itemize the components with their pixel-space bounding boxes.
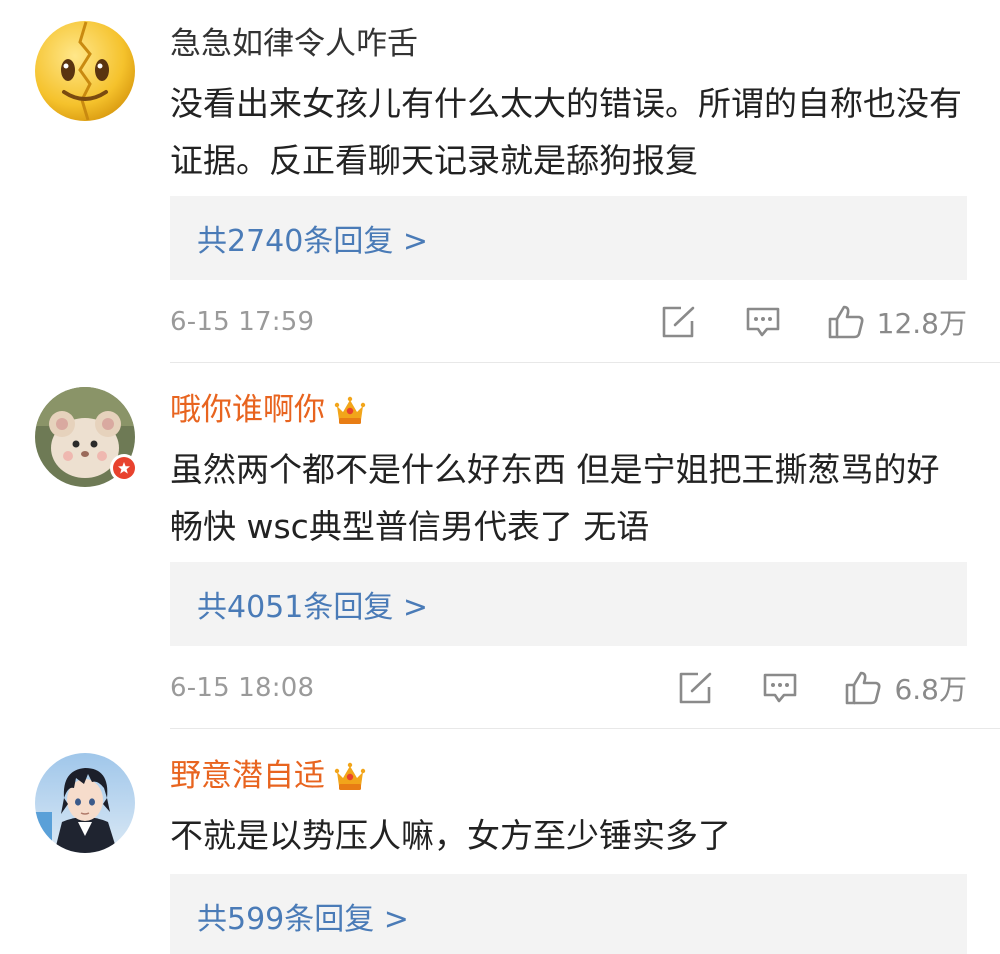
replies-link[interactable]: 共4051条回复 > (170, 562, 967, 646)
username-label[interactable]: 哦你谁啊你 (170, 390, 325, 430)
share-icon (680, 672, 712, 704)
like-button[interactable]: 12.8万 (827, 302, 967, 342)
username-label[interactable]: 野意潜自适 (170, 756, 325, 796)
crown-icon (334, 396, 366, 424)
verified-badge-icon (110, 454, 138, 482)
comment-text: 没看出来女孩儿有什么太大的错误。所谓的自称也没有证据。反正看聊天记录就是舔狗报复 (170, 84, 962, 180)
share-button[interactable] (678, 671, 714, 705)
like-button[interactable]: 6.8万 (844, 668, 967, 708)
crown-icon (334, 762, 366, 790)
share-icon (662, 306, 694, 338)
like-count: 6.8万 (894, 673, 967, 706)
comment-meta: 6-15 18:08 6.8万 (170, 668, 967, 708)
avatar[interactable] (34, 752, 136, 854)
like-icon (828, 305, 864, 339)
emoji-face-icon (35, 21, 135, 121)
avatar[interactable] (34, 386, 138, 488)
divider (170, 362, 1000, 363)
comment-meta: 6-15 17:59 12.8万 (170, 302, 967, 342)
username-label[interactable]: 急急如律令人咋舌 (170, 24, 418, 64)
comment-text: 不就是以势压人嘛，女方至少锤实多了 (170, 816, 731, 855)
comment-actions: 12.8万 (661, 302, 967, 342)
replies-link[interactable]: 共2740条回复 > (170, 196, 967, 280)
avatar[interactable] (34, 20, 136, 122)
comment-button[interactable] (762, 671, 798, 705)
comment-icon (764, 673, 797, 703)
username[interactable]: 哦你谁啊你 (170, 390, 367, 430)
replies-link[interactable]: 共599条回复 > (170, 874, 967, 954)
share-button[interactable] (661, 305, 697, 339)
comment-text: 虽然两个都不是什么好东西 但是宁姐把王撕葱骂的好畅快 wsc典型普信男代表了 无… (170, 450, 940, 546)
anime-boy-icon (35, 753, 135, 853)
like-icon (846, 671, 881, 705)
username[interactable]: 野意潜自适 (170, 756, 367, 796)
divider (170, 728, 1000, 729)
comment-button[interactable] (745, 305, 781, 339)
comment-icon (746, 307, 779, 337)
username[interactable]: 急急如律令人咋舌 (170, 24, 418, 64)
timestamp: 6-15 18:08 (170, 673, 315, 703)
like-count: 12.8万 (876, 307, 967, 340)
comment-actions: 6.8万 (678, 668, 967, 708)
timestamp: 6-15 17:59 (170, 307, 315, 337)
